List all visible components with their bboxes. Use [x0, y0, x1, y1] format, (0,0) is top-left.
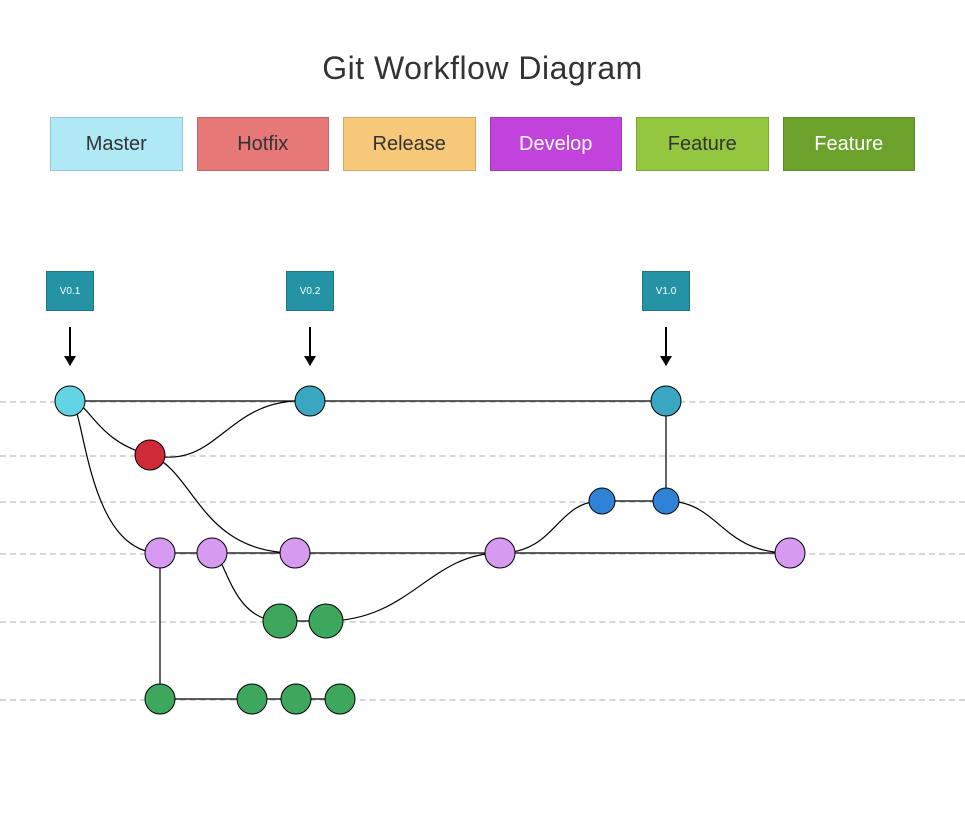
legend-feature-a: Feature: [636, 117, 769, 171]
legend-hotfix: Hotfix: [197, 117, 330, 171]
commit-develop: [197, 538, 227, 568]
legend-release: Release: [343, 117, 476, 171]
commit-master: [295, 386, 325, 416]
commit-feature2: [145, 684, 175, 714]
commit-develop: [775, 538, 805, 568]
edge: [70, 401, 160, 553]
commit-master: [55, 386, 85, 416]
commit-release: [589, 488, 615, 514]
commit-develop: [145, 538, 175, 568]
commit-feature1: [263, 604, 297, 638]
timeline-area: V0.1 V0.2 V1.0: [0, 261, 965, 721]
legend-row: Master Hotfix Release Develop Feature Fe…: [0, 117, 965, 171]
legend-feature-b: Feature: [783, 117, 916, 171]
commit-develop: [280, 538, 310, 568]
edge: [326, 553, 500, 621]
commit-feature2: [281, 684, 311, 714]
commit-release: [653, 488, 679, 514]
edge: [500, 501, 602, 553]
commit-feature2: [237, 684, 267, 714]
legend-master: Master: [50, 117, 183, 171]
edge: [666, 501, 790, 553]
legend-develop: Develop: [490, 117, 623, 171]
commit-feature2: [325, 684, 355, 714]
commit-feature1: [309, 604, 343, 638]
commit-master: [651, 386, 681, 416]
commit-hotfix: [135, 440, 165, 470]
edge: [150, 455, 295, 553]
commit-develop: [485, 538, 515, 568]
edge: [150, 401, 310, 457]
commit-graph: [0, 261, 965, 721]
page-title: Git Workflow Diagram: [0, 50, 965, 87]
